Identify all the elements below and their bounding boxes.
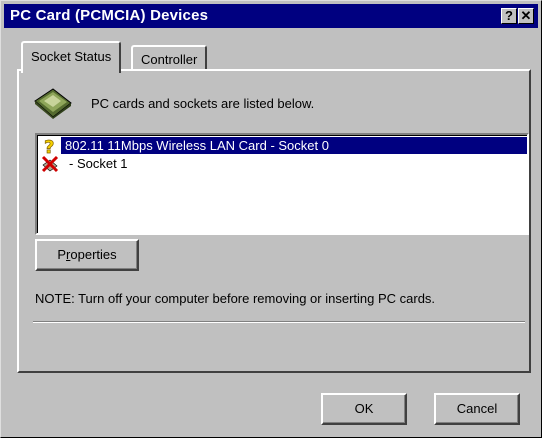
svg-text:?: ? xyxy=(44,137,54,155)
properties-button[interactable]: Properties xyxy=(35,239,139,271)
empty-socket-x-icon xyxy=(41,155,59,173)
cancel-button[interactable]: Cancel xyxy=(434,393,520,425)
panel-description: PC cards and sockets are listed below. xyxy=(91,96,315,111)
device-label: 802.11 11Mbps Wireless LAN Card - Socket… xyxy=(65,138,329,153)
device-list[interactable]: ? 802.11 11Mbps Wireless LAN Card - Sock… xyxy=(35,133,529,235)
device-label: - Socket 1 xyxy=(69,156,128,171)
pc-card-icon xyxy=(34,88,72,119)
question-mark-icon: ? xyxy=(44,137,55,155)
divider xyxy=(33,321,525,323)
tab-controller[interactable]: Controller xyxy=(131,45,208,71)
tab-socket-status[interactable]: Socket Status xyxy=(21,41,122,73)
title-bar[interactable]: PC Card (PCMCIA) Devices ? ✕ xyxy=(4,4,538,28)
close-button[interactable]: ✕ xyxy=(518,8,534,24)
warning-note: NOTE: Turn off your computer before remo… xyxy=(35,291,436,306)
dialog-window: PC Card (PCMCIA) Devices ? ✕ Socket Stat… xyxy=(0,0,542,438)
list-item[interactable]: ? 802.11 11Mbps Wireless LAN Card - Sock… xyxy=(39,137,527,155)
list-item[interactable]: - Socket 1 xyxy=(39,155,523,173)
ok-button[interactable]: OK xyxy=(321,393,407,425)
help-button[interactable]: ? xyxy=(501,8,517,24)
window-title: PC Card (PCMCIA) Devices xyxy=(10,7,209,24)
socket-status-panel: PC cards and sockets are listed below. ?… xyxy=(17,69,531,373)
